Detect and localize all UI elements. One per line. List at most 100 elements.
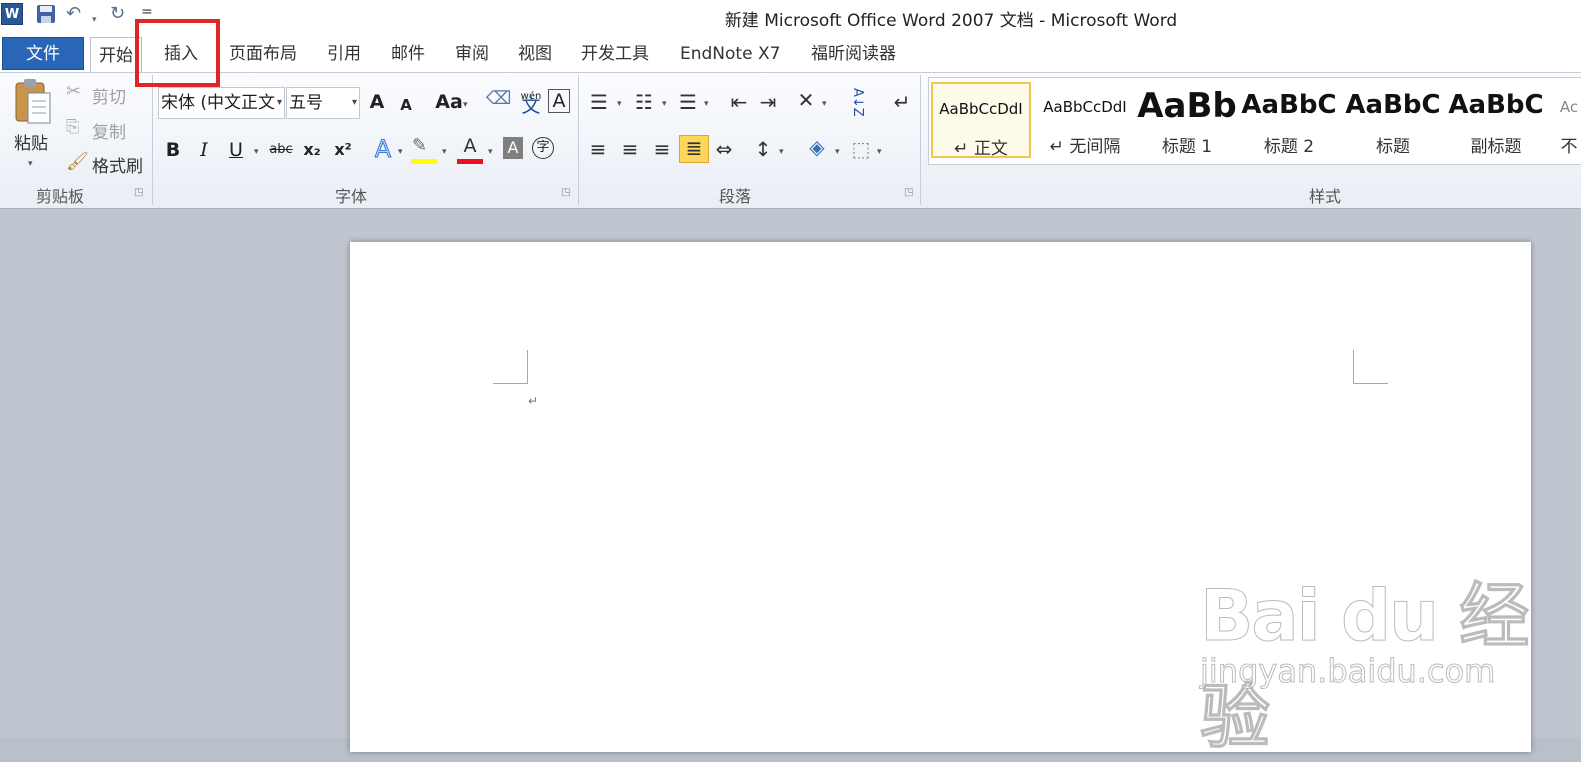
crop-mark-left bbox=[493, 383, 528, 384]
tab-mailings[interactable]: 邮件 bbox=[391, 36, 425, 72]
change-case-dropdown-icon[interactable]: ▾ bbox=[463, 100, 468, 110]
group-separator bbox=[578, 75, 579, 205]
tab-endnote[interactable]: EndNote X7 bbox=[680, 36, 780, 72]
cut-icon: ✂ bbox=[66, 81, 82, 102]
shrink-font-button[interactable]: A bbox=[393, 92, 419, 118]
baidu-jingyan-watermark: Bai du 经验 jingyan.baidu.com bbox=[1199, 560, 1581, 762]
distributed-icon[interactable]: ⇔ bbox=[711, 137, 737, 161]
subscript-button[interactable]: x₂ bbox=[299, 137, 325, 163]
align-center-icon[interactable]: ≡ bbox=[617, 137, 643, 161]
borders-icon[interactable]: ⬚ bbox=[848, 137, 874, 161]
justify-icon[interactable]: ≣ bbox=[679, 135, 709, 163]
bullets-dropdown-icon[interactable]: ▾ bbox=[617, 99, 622, 109]
watermark-sub-text: jingyan.baidu.com bbox=[1199, 652, 1496, 691]
character-border-button[interactable]: A bbox=[548, 89, 570, 113]
line-spacing-dropdown-icon[interactable]: ▾ bbox=[779, 147, 784, 157]
group-separator bbox=[152, 75, 153, 205]
numbering-dropdown-icon[interactable]: ▾ bbox=[662, 99, 667, 109]
format-painter-icon: 🖌 bbox=[66, 151, 89, 172]
style-subtitle[interactable]: AaBbC 副标题 bbox=[1446, 82, 1546, 158]
style-normal[interactable]: AaBbCcDdI ↵ 正文 bbox=[931, 82, 1031, 158]
styles-group-label: 样式 bbox=[1309, 187, 1342, 206]
font-name-combo[interactable]: 宋体 (中文正文 ▾ bbox=[158, 87, 285, 119]
copy-button[interactable]: 复制 bbox=[92, 118, 126, 143]
format-painter-button[interactable]: 格式刷 bbox=[92, 152, 143, 177]
font-size-combo[interactable]: 五号 ▾ bbox=[286, 87, 360, 119]
align-right-icon[interactable]: ≡ bbox=[649, 137, 675, 161]
tab-foxit-reader[interactable]: 福昕阅读器 bbox=[811, 36, 896, 72]
chinese-layout-dropdown-icon[interactable]: ▾ bbox=[822, 99, 827, 109]
group-separator bbox=[920, 75, 921, 205]
tab-page-layout[interactable]: 页面布局 bbox=[229, 36, 297, 72]
italic-button[interactable]: I bbox=[191, 137, 217, 163]
clipboard-launcher-icon[interactable]: ◳ bbox=[134, 187, 143, 198]
chinese-layout-icon[interactable]: ✕ bbox=[793, 88, 819, 112]
highlight-icon[interactable]: ✎ bbox=[412, 137, 427, 155]
paragraph-mark: ↵ bbox=[528, 394, 539, 408]
style-heading-1[interactable]: AaBb 标题 1 bbox=[1137, 82, 1237, 158]
font-color-dropdown-icon[interactable]: ▾ bbox=[488, 147, 493, 157]
clear-formatting-icon[interactable]: ⌫ bbox=[486, 90, 511, 108]
font-name-value: 宋体 (中文正文 bbox=[161, 93, 276, 113]
align-left-icon[interactable]: ≡ bbox=[585, 137, 611, 161]
bold-button[interactable]: B bbox=[160, 137, 186, 163]
cut-button[interactable]: 剪切 bbox=[92, 83, 126, 108]
increase-indent-icon[interactable]: ⇥ bbox=[755, 90, 781, 114]
title-bar: W ↶ ▾ ↻ = 新建 Microsoft Office Word 2007 … bbox=[0, 0, 1581, 36]
decrease-indent-icon[interactable]: ⇤ bbox=[726, 90, 752, 114]
ribbon-tab-bar: 文件 开始 插入 页面布局 引用 邮件 审阅 视图 开发工具 EndNote X… bbox=[0, 36, 1581, 72]
paste-dropdown-icon[interactable]: ▾ bbox=[28, 159, 33, 169]
bullets-icon[interactable]: ☰ bbox=[586, 90, 612, 114]
style-partial[interactable]: Ac 不 bbox=[1549, 82, 1581, 158]
paste-button[interactable]: 粘贴 bbox=[14, 129, 48, 154]
style-no-spacing[interactable]: AaBbCcDdI ↵ 无间隔 bbox=[1035, 82, 1135, 158]
tab-review[interactable]: 审阅 bbox=[455, 36, 489, 72]
multilevel-list-icon[interactable]: ☰ bbox=[675, 90, 701, 114]
shading-dropdown-icon[interactable]: ▾ bbox=[835, 147, 840, 157]
phonetic-guide-button[interactable]: 文 bbox=[516, 93, 546, 119]
paragraph-launcher-icon[interactable]: ◳ bbox=[904, 187, 913, 198]
font-group-label: 字体 bbox=[335, 187, 368, 206]
styles-gallery: AaBbCcDdI ↵ 正文 AaBbCcDdI ↵ 无间隔 AaBb 标题 1… bbox=[928, 77, 1581, 165]
font-launcher-icon[interactable]: ◳ bbox=[561, 187, 570, 198]
change-case-button[interactable]: Aa bbox=[432, 89, 466, 115]
font-name-dropdown-icon[interactable]: ▾ bbox=[277, 88, 282, 118]
style-title[interactable]: AaBbC 标题 bbox=[1343, 82, 1443, 158]
annotation-highlight-box bbox=[135, 19, 220, 87]
paragraph-group-label: 段落 bbox=[719, 187, 752, 206]
font-color-swatch bbox=[457, 159, 483, 164]
line-spacing-icon[interactable]: ↕ bbox=[750, 137, 776, 161]
tab-file[interactable]: 文件 bbox=[2, 37, 84, 70]
numbering-icon[interactable]: ☷ bbox=[631, 90, 657, 114]
show-formatting-icon[interactable]: ↵ bbox=[889, 90, 915, 114]
tab-view[interactable]: 视图 bbox=[518, 36, 552, 72]
strikethrough-button[interactable]: abc bbox=[266, 137, 296, 163]
tab-developer[interactable]: 开发工具 bbox=[581, 36, 649, 72]
highlight-color-swatch bbox=[411, 159, 437, 164]
multilevel-dropdown-icon[interactable]: ▾ bbox=[704, 99, 709, 109]
clipboard-group-label: 剪贴板 bbox=[36, 187, 85, 206]
text-effects-dropdown-icon[interactable]: ▾ bbox=[398, 147, 403, 157]
text-effects-button[interactable]: A bbox=[370, 136, 396, 163]
copy-icon: ⎘ bbox=[66, 117, 80, 137]
tab-references[interactable]: 引用 bbox=[327, 36, 361, 72]
crop-mark-right bbox=[1353, 350, 1354, 384]
highlight-dropdown-icon[interactable]: ▾ bbox=[442, 147, 447, 157]
window-title: 新建 Microsoft Office Word 2007 文档 - Micro… bbox=[724, 11, 1178, 31]
sort-icon[interactable]: A↓Z bbox=[845, 88, 871, 117]
character-shading-button[interactable]: A bbox=[503, 137, 523, 159]
font-size-dropdown-icon[interactable]: ▾ bbox=[352, 88, 357, 118]
ribbon-home: 粘贴 ▾ ✂ 剪切 ⎘ 复制 🖌 格式刷 剪贴板 ◳ 宋体 (中文正文 ▾ 五号… bbox=[0, 72, 1581, 209]
borders-dropdown-icon[interactable]: ▾ bbox=[877, 147, 882, 157]
underline-button[interactable]: U bbox=[223, 137, 249, 163]
font-size-value: 五号 bbox=[289, 93, 323, 113]
superscript-button[interactable]: x² bbox=[330, 137, 356, 163]
shading-bucket-icon[interactable]: ◈ bbox=[804, 135, 830, 159]
crop-mark-right bbox=[1353, 383, 1388, 384]
font-color-button[interactable]: A bbox=[457, 133, 483, 159]
style-heading-2[interactable]: AaBbC 标题 2 bbox=[1239, 82, 1339, 158]
underline-dropdown-icon[interactable]: ▾ bbox=[254, 147, 259, 157]
grow-font-button[interactable]: A bbox=[364, 89, 390, 115]
enclose-characters-button[interactable]: 字 bbox=[532, 137, 554, 159]
paste-icon[interactable] bbox=[12, 77, 54, 130]
